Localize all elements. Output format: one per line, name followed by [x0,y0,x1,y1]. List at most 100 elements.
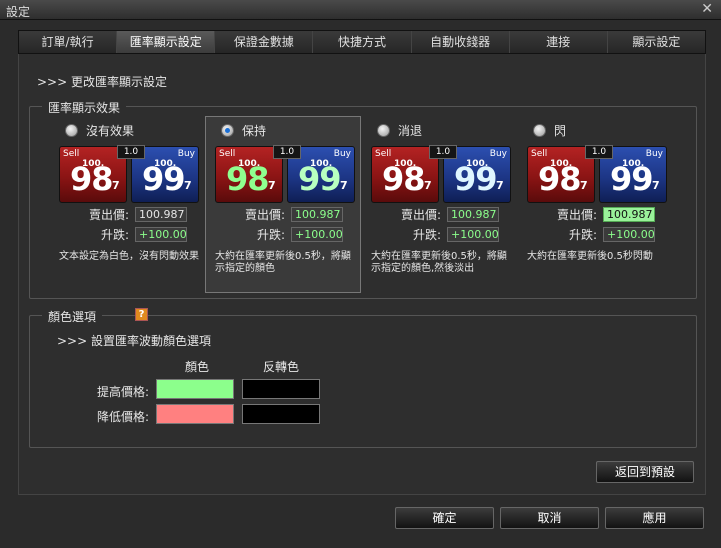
sell-price-value: 100.987 [603,207,655,222]
change-row: 升跌: +100.00 [385,226,499,243]
sell-price-label: 賣出價: [400,208,441,222]
tab-display[interactable]: 顯示設定 [607,31,705,53]
change-value: +100.00 [447,227,499,242]
change-value: +100.00 [135,227,187,242]
color-group-label: 顏色選項 [42,308,103,325]
buy-tag: Buy [489,149,507,159]
rate-preview-card: Sell 100. 98 7 1.0 Buy 100. 99 7 [215,145,359,203]
effect-description: 大約在匯率更新後0.5秒，將顯示指定的顏色,然後淡出 [371,251,507,274]
sell-price-label: 賣出價: [88,208,129,222]
buy-price-big: 99 [610,160,654,198]
change-value: +100.00 [291,227,343,242]
change-label: 升跌: [412,228,441,242]
sell-price-row: 賣出價: 100.987 [73,206,187,223]
cancel-button[interactable]: 取消 [500,507,599,529]
change-label: 升跌: [568,228,597,242]
change-row: 升跌: +100.00 [73,226,187,243]
sell-price-value: 100.987 [447,207,499,222]
buy-price-pip: 7 [340,179,348,192]
tab-rate-display[interactable]: 匯率顯示設定 [117,31,216,53]
sell-price-label: 賣出價: [556,208,597,222]
tab-auto-collector[interactable]: 自動收錢器 [411,31,510,53]
sell-price-big: 98 [382,160,426,198]
sell-price-pip: 7 [424,179,432,192]
ok-button[interactable]: 確定 [395,507,494,529]
close-icon[interactable]: ✕ [701,1,713,17]
color-column-header: 顏色 [185,360,210,374]
fall-reverse-swatch[interactable] [242,404,320,424]
spread-badge: 1.0 [117,145,145,159]
radio-button[interactable] [533,124,546,137]
radio-button[interactable] [221,124,234,137]
change-value: +100.00 [603,227,655,242]
effect-option-0[interactable]: 沒有效果 [65,122,134,139]
rise-label: 提高價格: [97,385,150,399]
sell-price-row: 賣出價: 100.987 [541,206,655,223]
apply-button[interactable]: 應用 [605,507,704,529]
buy-price-pip: 7 [652,179,660,192]
effect-description: 文本設定為白色，沒有閃動效果 [59,251,199,262]
radio-button[interactable] [377,124,390,137]
help-icon[interactable]: ? [135,308,148,321]
rise-reverse-swatch[interactable] [242,379,320,399]
change-row: 升跌: +100.00 [541,226,655,243]
buy-tag: Buy [645,149,663,159]
sell-tag: Sell [219,149,236,159]
fall-label: 降低價格: [97,410,150,424]
reset-defaults-button[interactable]: 返回到預設 [596,461,694,483]
color-heading: >>> 設置匯率波動顏色選項 [57,334,211,348]
effect-description: 大約在匯率更新後0.5秒，將顯示指定的顏色 [215,251,351,274]
spread-badge: 1.0 [429,145,457,159]
buy-price-pip: 7 [496,179,504,192]
rate-preview-card: Sell 100. 98 7 1.0 Buy 100. 99 7 [59,145,203,203]
buy-price-big: 99 [298,160,342,198]
spread-badge: 1.0 [585,145,613,159]
change-label: 升跌: [256,228,285,242]
change-label: 升跌: [100,228,129,242]
title-bar: 設定 ✕ [0,0,721,20]
sell-price-big: 98 [226,160,270,198]
sell-price-big: 98 [538,160,582,198]
fall-color-swatch[interactable] [156,404,234,424]
effect-option-2[interactable]: 消退 [377,122,422,139]
effect-description: 大約在匯率更新後0.5秒閃動 [527,251,653,262]
sell-tag: Sell [63,149,80,159]
sell-price-row: 賣出價: 100.987 [229,206,343,223]
effect-group-label: 匯率顯示效果 [42,99,127,116]
change-row: 升跌: +100.00 [229,226,343,243]
tab-bar: 訂單/執行 匯率顯示設定 保證金數據 快捷方式 自動收錢器 連接 顯示設定 [18,30,706,54]
effect-option-1[interactable]: 保持 [221,122,266,139]
tab-content: >>> 更改匯率顯示設定 匯率顯示效果 沒有效果 Sell 100. 98 7 … [18,54,706,495]
effect-option-label: 閃 [554,124,567,138]
spread-badge: 1.0 [273,145,301,159]
tab-margin-data[interactable]: 保證金數據 [215,31,314,53]
tab-shortcuts[interactable]: 快捷方式 [313,31,412,53]
rise-color-swatch[interactable] [156,379,234,399]
effect-option-label: 保持 [242,124,267,138]
buy-price-pip: 7 [184,179,192,192]
effect-option-label: 沒有效果 [86,124,135,138]
section-heading: >>> 更改匯率顯示設定 [37,75,167,89]
sell-price-row: 賣出價: 100.987 [385,206,499,223]
sell-price-value: 100.987 [135,207,187,222]
buy-price-big: 99 [142,160,186,198]
sell-price-value: 100.987 [291,207,343,222]
effect-option-label: 消退 [398,124,423,138]
radio-button[interactable] [65,124,78,137]
sell-price-big: 98 [70,160,114,198]
buy-price-big: 99 [454,160,498,198]
reverse-column-header: 反轉色 [263,360,300,374]
sell-tag: Sell [375,149,392,159]
rate-preview-card: Sell 100. 98 7 1.0 Buy 100. 99 7 [371,145,515,203]
sell-price-pip: 7 [268,179,276,192]
effect-option-3[interactable]: 閃 [533,122,566,139]
tab-connection[interactable]: 連接 [509,31,608,53]
sell-tag: Sell [531,149,548,159]
rate-preview-card: Sell 100. 98 7 1.0 Buy 100. 99 7 [527,145,671,203]
sell-price-pip: 7 [580,179,588,192]
buy-tag: Buy [333,149,351,159]
buy-tag: Buy [177,149,195,159]
sell-price-label: 賣出價: [244,208,285,222]
window-title: 設定 [6,5,31,19]
tab-orders[interactable]: 訂單/執行 [19,31,118,53]
